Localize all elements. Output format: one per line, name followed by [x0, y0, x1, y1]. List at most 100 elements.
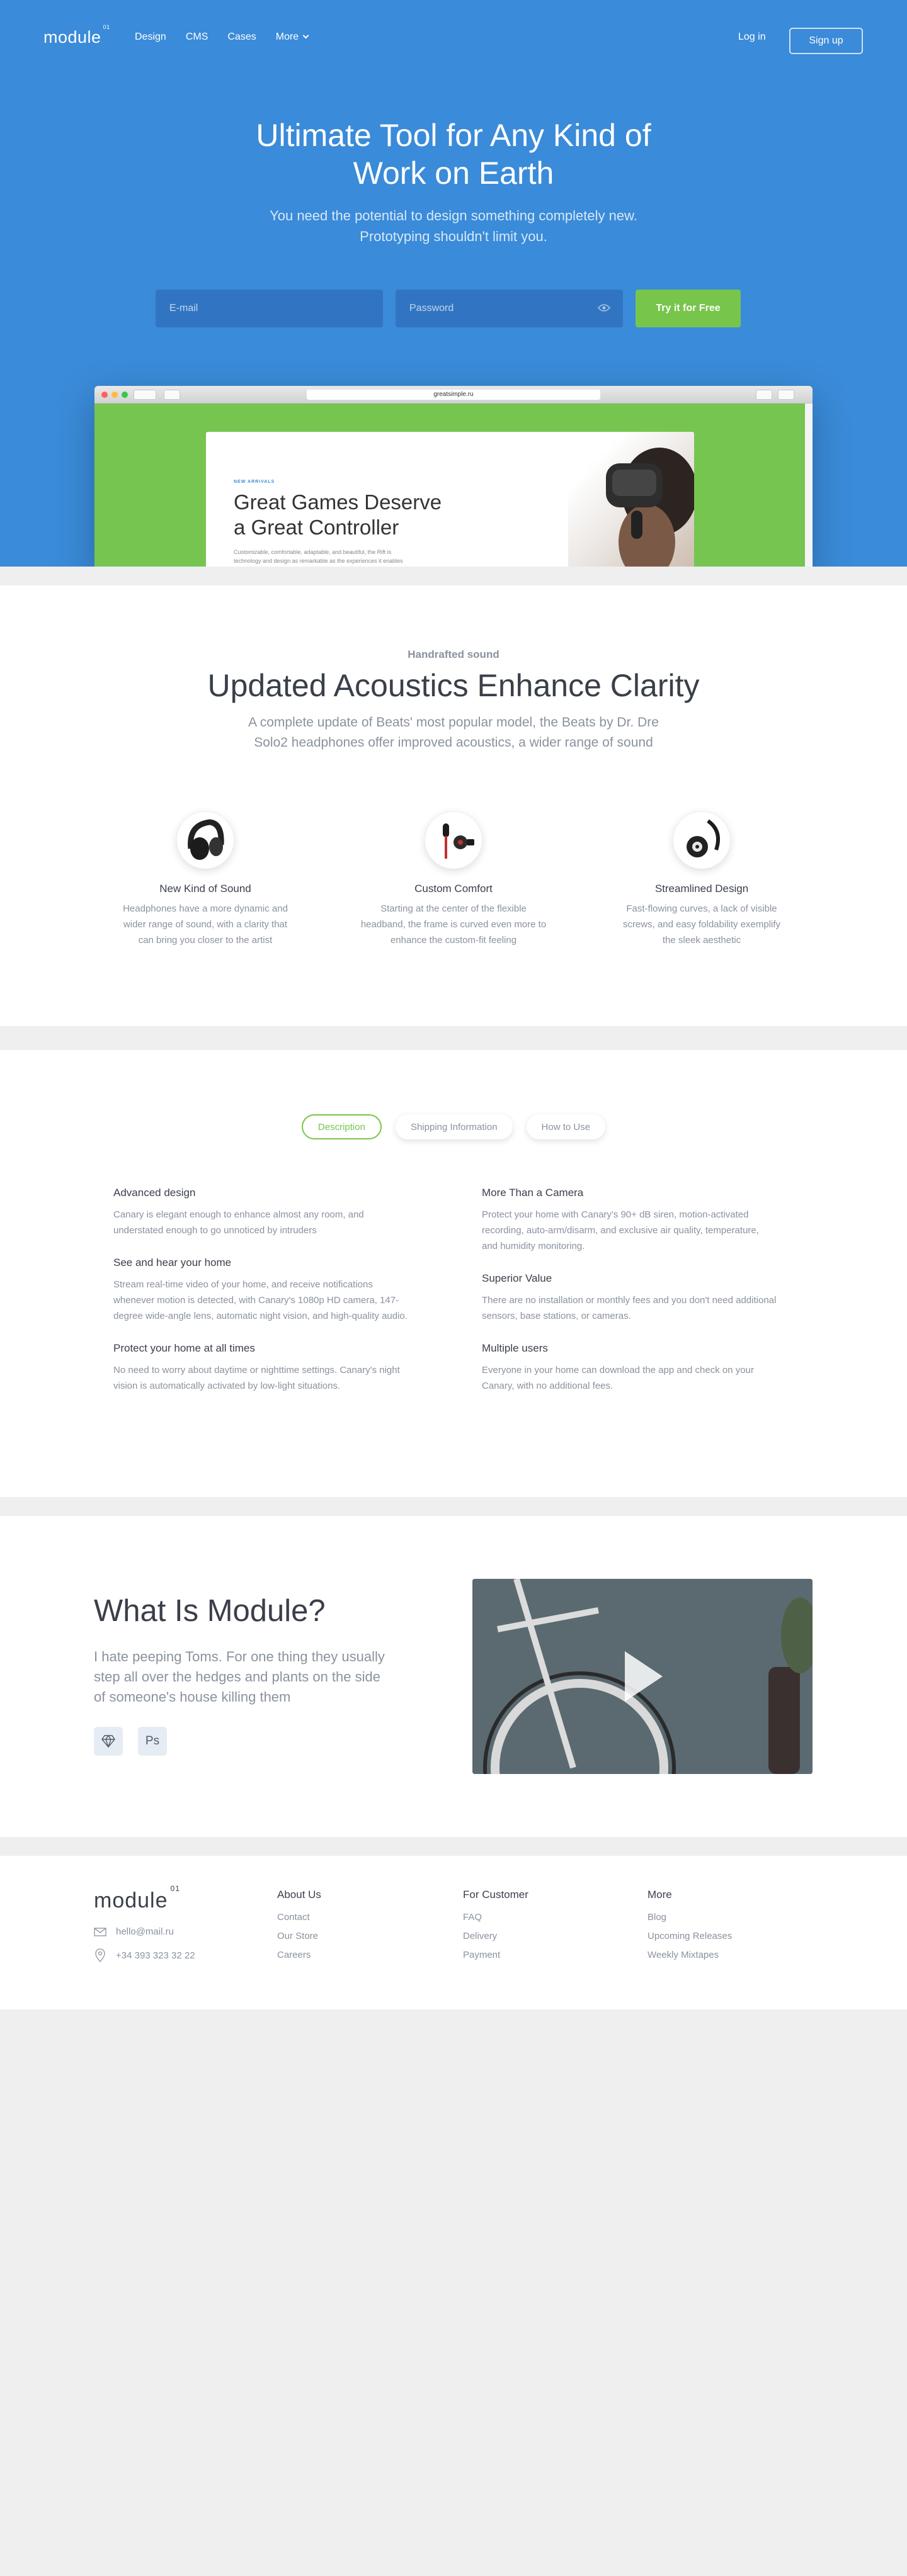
- description-line: Everyone in your home can download the a…: [482, 1365, 754, 1376]
- feature-text-line: wider range of sound, with a clarity tha…: [123, 919, 288, 930]
- description-line: Canary, with no additional fees.: [482, 1381, 613, 1391]
- share-icon: [756, 390, 772, 400]
- preview-title-line: Great Games Deserve: [234, 490, 442, 514]
- feature-text: Fast-flowing curves, a lack of visible s…: [601, 901, 802, 948]
- what-text-line: step all over the hedges and plants on t…: [94, 1669, 380, 1685]
- footer-link-faq[interactable]: FAQ: [463, 1912, 528, 1923]
- preview-title: Great Games Deserve a Great Controller: [234, 490, 460, 540]
- eye-icon[interactable]: [598, 303, 610, 312]
- feature-title: New Kind of Sound: [159, 883, 251, 895]
- password-field[interactable]: Password: [396, 290, 623, 327]
- signup-form: E-mail Password Try it for Free: [156, 290, 741, 327]
- feature-text: Starting at the center of the flexible h…: [353, 901, 554, 948]
- footer-link-delivery[interactable]: Delivery: [463, 1931, 528, 1941]
- footer-email[interactable]: hello@mail.ru: [94, 1926, 174, 1937]
- hero-subtitle: You need the potential to design somethi…: [0, 205, 907, 247]
- feature-text-line: screws, and easy foldability exemplify: [622, 919, 781, 930]
- close-dot-icon: [101, 392, 108, 398]
- footer-phone[interactable]: +34 393 323 32 22: [94, 1948, 195, 1962]
- footer-column-title: About Us: [277, 1889, 321, 1901]
- description-line: No need to worry about daytime or nightt…: [113, 1365, 400, 1376]
- description-title: Protect your home at all times: [113, 1342, 255, 1354]
- earbuds-icon: [443, 823, 474, 859]
- description-line: recording, auto-arm/disarm, and exclusiv…: [482, 1225, 759, 1236]
- description-line: sensors, base stations, or cameras.: [482, 1311, 631, 1321]
- description-text: No need to worry about daytime or nightt…: [113, 1362, 441, 1394]
- hero-title-line: Work on Earth: [353, 155, 554, 191]
- what-text-line: of someone's house killing them: [94, 1689, 291, 1705]
- logo[interactable]: module01: [43, 24, 110, 47]
- footer: module01 hello@mail.ru +34 393 323 32 22…: [0, 1856, 907, 2009]
- over-ear-headphones-image: [177, 812, 234, 869]
- sketch-icon[interactable]: [94, 1727, 123, 1756]
- play-icon[interactable]: [625, 1651, 663, 1702]
- acoustics-title: Updated Acoustics Enhance Clarity: [207, 668, 700, 703]
- vr-headset-icon: [606, 448, 694, 567]
- feature-text-line: Headphones have a more dynamic and: [123, 903, 288, 914]
- signup-button[interactable]: Sign up: [789, 28, 863, 54]
- feature-title: Custom Comfort: [414, 883, 493, 895]
- description-item: More Than a Camera Protect your home wit…: [482, 1187, 809, 1254]
- tab-description[interactable]: Description: [301, 1114, 382, 1139]
- headphones-icon: [188, 819, 224, 860]
- try-free-button[interactable]: Try it for Free: [636, 290, 741, 327]
- logo-text: module: [43, 28, 101, 47]
- footer-logo[interactable]: module01: [94, 1884, 180, 1913]
- email-placeholder: E-mail: [169, 303, 198, 314]
- feature-card: Streamlined Design Fast-flowing curves, …: [601, 812, 802, 948]
- acoustics-subtitle-line: A complete update of Beats' most popular…: [248, 715, 659, 730]
- footer-column-more: More Blog Upcoming Releases Weekly Mixta…: [647, 1889, 732, 1969]
- feature-text-line: the sleek aesthetic: [662, 935, 741, 946]
- hero-section: module01 Design CMS Cases More Log in Si…: [0, 0, 907, 567]
- footer-link-blog[interactable]: Blog: [647, 1912, 732, 1923]
- footer-link-our-store[interactable]: Our Store: [277, 1931, 321, 1941]
- description-text: Stream real-time video of your home, and…: [113, 1277, 441, 1324]
- footer-link-upcoming-releases[interactable]: Upcoming Releases: [647, 1931, 732, 1941]
- footer-link-contact[interactable]: Contact: [277, 1912, 321, 1923]
- description-title: Superior Value: [482, 1272, 552, 1284]
- what-text-line: I hate peeping Toms. For one thing they …: [94, 1649, 385, 1664]
- folded-headphones-image: [673, 812, 730, 869]
- tab-shipping-information[interactable]: Shipping Information: [395, 1114, 513, 1139]
- login-link[interactable]: Log in: [738, 31, 766, 43]
- footer-column-about: About Us Contact Our Store Careers: [277, 1889, 321, 1969]
- feature-text-line: Fast-flowing curves, a lack of visible: [626, 903, 777, 914]
- browser-toolbar: greatsimple.ru: [94, 386, 813, 404]
- nav-link-cms[interactable]: CMS: [186, 31, 208, 43]
- top-nav: module01 Design CMS Cases More Log in Si…: [0, 0, 907, 76]
- footer-phone-text: +34 393 323 32 22: [116, 1950, 195, 1961]
- footer-logo-sup: 01: [170, 1884, 180, 1893]
- footer-logo-text: module: [94, 1889, 168, 1912]
- description-line: whenever motion is detected, with Canary…: [113, 1295, 399, 1306]
- preview-text-line: Customizable, comfortable, adaptable, an…: [234, 549, 392, 555]
- feature-text-line: Starting at the center of the flexible: [380, 903, 527, 914]
- description-line: degree wide-angle lens, automatic night …: [113, 1311, 408, 1321]
- tab-how-to-use[interactable]: How to Use: [526, 1114, 606, 1139]
- nav-link-more[interactable]: More: [276, 31, 309, 43]
- nav-link-design[interactable]: Design: [135, 31, 166, 43]
- hero-subtitle-line: You need the potential to design somethi…: [270, 208, 637, 223]
- photoshop-icon[interactable]: Ps: [138, 1727, 167, 1756]
- footer-link-weekly-mixtapes[interactable]: Weekly Mixtapes: [647, 1950, 732, 1960]
- description-line: Stream real-time video of your home, and…: [113, 1279, 373, 1290]
- email-field[interactable]: E-mail: [156, 290, 383, 327]
- browser-url: greatsimple.ru: [307, 390, 600, 400]
- mail-icon: [94, 1927, 106, 1936]
- acoustics-eyebrow: Handrafted sound: [408, 648, 499, 660]
- video-player[interactable]: [472, 1579, 813, 1774]
- description-column-right: More Than a Camera Protect your home wit…: [482, 1187, 809, 1412]
- preview-text-line: technology and design as remarkable as t…: [234, 558, 403, 564]
- footer-link-payment[interactable]: Payment: [463, 1950, 528, 1960]
- description-text: Canary is elegant enough to enhance almo…: [113, 1207, 441, 1238]
- feature-text: Headphones have a more dynamic and wider…: [105, 901, 306, 948]
- footer-email-text: hello@mail.ru: [116, 1926, 174, 1937]
- description-line: vision is automatically activated by low…: [113, 1381, 341, 1391]
- chevron-down-icon: [302, 32, 309, 38]
- description-text: There are no installation or monthly fee…: [482, 1292, 809, 1324]
- footer-link-careers[interactable]: Careers: [277, 1950, 321, 1960]
- footer-column-title: For Customer: [463, 1889, 528, 1901]
- sidebar-toggle-icon: [164, 390, 180, 400]
- nav-link-cases[interactable]: Cases: [227, 31, 256, 43]
- tab-bar: Description Shipping Information How to …: [0, 1114, 907, 1139]
- what-is-module-section: What Is Module? I hate peeping Toms. For…: [0, 1516, 907, 1837]
